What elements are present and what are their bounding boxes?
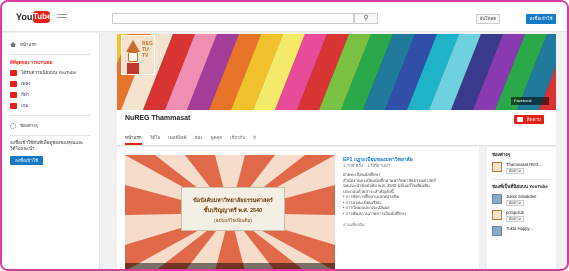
search-button[interactable]: ⚲ [354,13,378,24]
guide-menu-icon[interactable] [57,14,67,20]
signin-button[interactable]: ลงชื่อเข้าใช้ [526,14,556,24]
channel-avatar [492,210,502,220]
channels-heading: ช่องต่างๆ [492,152,511,157]
description-line: • การพ้นสถานภาพการเป็นนักศึกษา [343,210,407,216]
featured-video-section: ข้อบังคับมหาวิทยาลัยธรรมศาสตร์ ชั้นปริญญ… [117,147,479,269]
channel-subscribe-button[interactable]: ติดตาม [506,216,525,222]
player-controls-bar[interactable] [125,263,335,269]
popular-channel-icon [10,69,17,76]
card-line-1: ข้อบังคับมหาวิทยาลัยธรรมศาสตร์ [193,198,273,204]
tab-home[interactable]: หน้าแรก [125,134,142,145]
channel-tabs: หน้าแรก วิดีโอ เพลย์ลิสต์ ช่อง พูดคุย เก… [125,134,264,145]
logo-tube-text: Tube [33,11,52,23]
sidebar-signin-prompt: ลงชื่อเข้าใช้ทันทีเพื่อดูช่องของคุณและวิ… [10,140,84,151]
avatar-hat-shape [126,40,140,52]
sidebar-item-label: ช่องต่างๆ [20,123,39,128]
logo-you-text: You [16,12,33,22]
avatar-face-shape [128,52,138,62]
sidebar-item-label: เกม [21,103,29,108]
read-more-link[interactable]: อ่านเพิ่มเติม [343,221,473,228]
youtube-logo[interactable]: You Tube [16,11,52,24]
browse-channels-icon [10,122,16,129]
sidebar-item-sports[interactable]: กีฬา [10,89,99,100]
facebook-link[interactable]: Facebook [511,97,549,105]
avatar-body-shape [127,63,139,74]
masthead: You Tube ⚲ อัปโหลด ลงชื่อเข้าใช้ [2,2,567,32]
channel-banner [117,34,556,110]
channel-avatar [492,226,502,236]
sidebar-item-music[interactable]: เพลง [10,78,99,89]
channel-search-icon[interactable]: ⚲ [253,134,256,145]
subscribe-label: ติดตาม [526,117,541,122]
channel-avatar [492,194,502,204]
popular-channels-heading: ช่องที่เป็นที่นิยมบน YouTube [492,184,548,189]
tab-playlists[interactable]: เพลย์ลิสต์ [168,134,186,145]
sidebar-item-label: กีฬา [21,92,30,97]
tab-discussion[interactable]: พูดคุย [211,134,223,145]
sidebar-item-browse-channels[interactable]: ช่องต่างๆ [10,120,99,131]
guide-sidebar: หน้าแรก ดีที่สุดของ YOUTUBE ได้รับความนิ… [2,33,100,269]
sidebar-heading-best: ดีที่สุดของ YOUTUBE [10,60,53,65]
related-channel[interactable]: Tukta Happy... [492,226,551,236]
channel-subscribe-button[interactable]: ติดตาม [506,200,525,206]
sidebar-item-gaming[interactable]: เกม [10,100,99,111]
channel-avatar [492,162,502,172]
channel-name[interactable]: Jukkit Srisakdee [506,194,537,199]
related-channel[interactable]: Jukkit Srisakdee ติดตาม [492,194,551,206]
tab-channels[interactable]: ช่อง [195,134,203,145]
featured-video-player[interactable]: ข้อบังคับมหาวิทยาลัยธรรมศาสตร์ ชั้นปริญญ… [125,155,335,269]
sidebar-item-home[interactable]: หน้าแรก [10,39,99,50]
avatar-text-tv: TV [142,53,149,59]
channel-avatar[interactable]: REG TU TV [121,35,155,75]
featured-video-info: EP1 กฎระเบียบของมหาวิทยาลัย 1,738 ครั้ง … [343,157,473,228]
avatar-text: REG TU TV [142,41,153,59]
related-channel[interactable]: pctopclub ติดตาม [492,210,551,222]
sidebar-divider [10,54,91,55]
colored-pencils-art [117,34,556,110]
subscribe-button[interactable]: ติดตาม [514,115,544,124]
channel-subscribe-button[interactable]: ติดตาม [506,168,525,174]
related-channel[interactable]: Thammasat REG... ติดตาม [492,162,551,174]
youtube-play-icon [517,117,523,122]
gaming-channel-icon [10,102,17,109]
search-input[interactable] [112,13,354,24]
sports-channel-icon [10,91,17,98]
channel-name[interactable]: Tukta Happy... [506,226,533,231]
channel-name[interactable]: pctopclub [506,210,524,215]
channel-title[interactable]: NuREG Thammasat [125,115,190,122]
upload-button[interactable]: อัปโหลด [476,14,500,24]
column-divider [492,179,551,180]
featured-video-meta: 1,738 ครั้ง · 1 ปีที่ผ่านมา [343,163,391,168]
channel-name[interactable]: Thammasat REG... [506,162,542,167]
video-title-card: ข้อบังคับมหาวิทยาลัยธรรมศาสตร์ ชั้นปริญญ… [181,187,285,231]
channel-header: NuREG Thammasat ติดตาม หน้าแรก วิดีโอ เพ… [117,110,556,146]
home-icon [10,42,16,47]
sidebar-item-label: เพลง [21,81,31,86]
card-line-3: (ฉบับแก้ไขเพิ่มเติม) [214,218,252,223]
related-channels-column: ช่องต่างๆ Thammasat REG... ติดตาม ช่องที… [487,147,556,269]
sidebar-divider [10,135,91,136]
card-line-2: ชั้นปริญญาตรี พ.ศ. 2540 [203,208,263,214]
sidebar-signin-button[interactable]: ลงชื่อเข้าใช้ [10,156,43,165]
tab-about[interactable]: เกี่ยวกับ [230,134,245,145]
magnifier-icon: ⚲ [363,15,369,22]
sidebar-divider [10,115,91,116]
sidebar-item-popular[interactable]: ได้รับความนิยมบน YouTube [10,67,99,78]
screenshot-frame: You Tube ⚲ อัปโหลด ลงชื่อเข้าใช้ หน้าแรก… [0,0,569,271]
sidebar-item-label: หน้าแรก [20,42,37,47]
tab-videos[interactable]: วิดีโอ [150,134,161,145]
music-channel-icon [10,80,17,87]
sidebar-item-label: ได้รับความนิยมบน YouTube [21,70,77,75]
